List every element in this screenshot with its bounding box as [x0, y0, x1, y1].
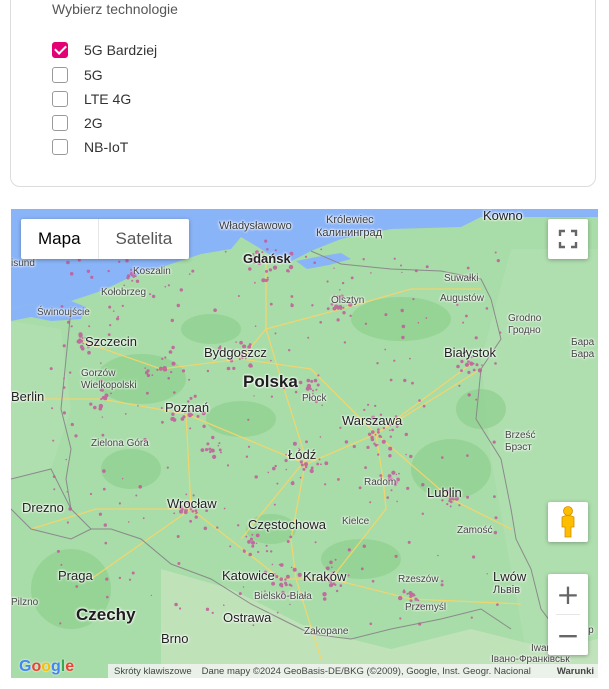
option-label: NB-IoT: [84, 139, 129, 155]
place-label: Praga: [58, 568, 93, 583]
place-label: Kowno: [483, 209, 523, 223]
country-label: Polska: [243, 372, 298, 391]
filter-title: Wybierz technologie: [52, 1, 178, 17]
option-2g[interactable]: 2G: [52, 114, 103, 132]
place-label: Kraków: [303, 569, 347, 584]
place-label: Gdańsk: [243, 251, 291, 266]
place-label: Częstochowa: [248, 517, 327, 532]
country-label: Czechy: [76, 605, 136, 624]
zoom-out-button[interactable]: −: [548, 615, 588, 655]
fullscreen-icon: [558, 229, 578, 249]
zoom-control: + −: [548, 574, 588, 655]
pegman-icon: [561, 506, 575, 538]
place-label: Poznań: [165, 400, 210, 415]
keyboard-shortcuts-link[interactable]: Skróty klawiszowe: [114, 666, 192, 677]
option-5g-bardziej[interactable]: 5G Bardziej: [52, 41, 157, 59]
place-label: Bydgoszcz: [204, 345, 267, 360]
map-attribution: Skróty klawiszowe Dane mapy ©2024 GeoBas…: [108, 664, 598, 678]
option-nb-iot[interactable]: NB-IoT: [52, 138, 128, 156]
place-label: Brześć: [505, 430, 536, 441]
place-label: Lwów: [493, 569, 527, 584]
option-label: 2G: [84, 115, 103, 131]
terms-link[interactable]: Warunki: [557, 666, 598, 677]
place-label: Berlin: [11, 389, 45, 404]
place-label: Augustów: [440, 293, 484, 304]
place-label: Гродно: [508, 325, 541, 336]
place-label: Koszalin: [133, 266, 171, 277]
option-label: 5G: [84, 67, 103, 83]
option-lte-4g[interactable]: LTE 4G: [52, 90, 131, 108]
map-type-map-button[interactable]: Mapa: [21, 219, 99, 259]
option-5g[interactable]: 5G: [52, 66, 103, 84]
place-label: Brno: [161, 631, 189, 646]
place-label: Kielce: [342, 516, 370, 527]
checkbox-5g[interactable]: [52, 67, 68, 83]
fullscreen-button[interactable]: [548, 219, 588, 259]
place-label: Radom: [364, 477, 397, 488]
technology-filter-panel: Wybierz technologie 5G Bardziej 5G LTE 4…: [10, 0, 596, 187]
coverage-map[interactable]: Władysławowo Królewiec Калининград Kowno…: [11, 209, 598, 678]
place-label: Szczecin: [85, 334, 138, 349]
place-label: Przemyśl: [405, 602, 447, 613]
place-label: Rzeszów: [398, 574, 439, 585]
place-label: Władysławowo: [219, 220, 292, 232]
place-label: Białystok: [444, 345, 497, 360]
place-label: Grodno: [508, 313, 542, 324]
place-label: Брэст: [505, 442, 532, 453]
place-label: Gorzów Wielkopolski: [81, 368, 137, 391]
place-label: Drezno: [22, 500, 64, 515]
map-type-control: Mapa Satelita: [21, 219, 190, 259]
place-label: Wrocław: [167, 496, 217, 511]
place-label: Львів: [493, 584, 521, 596]
checkbox-2g[interactable]: [52, 115, 68, 131]
place-label: Zakopane: [304, 626, 349, 637]
place-label: Бара: [571, 349, 595, 360]
place-label: Ostrawa: [223, 610, 272, 625]
place-label: isund: [11, 258, 35, 269]
map-type-satellite-button[interactable]: Satelita: [99, 219, 190, 259]
option-label: 5G Bardziej: [84, 42, 158, 58]
place-label: Warszawa: [342, 413, 403, 428]
place-label: Katowice: [222, 568, 275, 583]
place-label: Suwałki: [444, 273, 479, 284]
option-label: LTE 4G: [84, 91, 132, 107]
place-label: Świnoujście: [37, 307, 90, 318]
place-label: Olsztyn: [331, 295, 365, 306]
place-label: Бара: [571, 337, 595, 348]
place-label: Królewiec: [326, 214, 374, 226]
place-label: Lublin: [427, 485, 462, 500]
zoom-in-button[interactable]: +: [548, 574, 588, 614]
place-label: Калининград: [316, 227, 383, 239]
place-label: Bielsko-Biała: [254, 591, 312, 602]
place-label: Płock: [302, 393, 327, 404]
checkbox-lte-4g[interactable]: [52, 91, 68, 107]
map-data-text: Dane mapy ©2024 GeoBasis-DE/BKG (©2009),…: [201, 665, 531, 677]
place-label: Zamość: [457, 525, 493, 536]
checkbox-5g-bardziej[interactable]: [52, 42, 68, 58]
street-view-button[interactable]: [548, 502, 588, 542]
place-label: Kołobrzeg: [101, 287, 147, 298]
google-logo[interactable]: Google: [19, 658, 74, 676]
checkbox-nb-iot[interactable]: [52, 139, 68, 155]
place-label: Łódź: [288, 447, 317, 462]
place-label: Zielona Góra: [91, 438, 149, 449]
place-label: Pilzno: [11, 597, 39, 608]
